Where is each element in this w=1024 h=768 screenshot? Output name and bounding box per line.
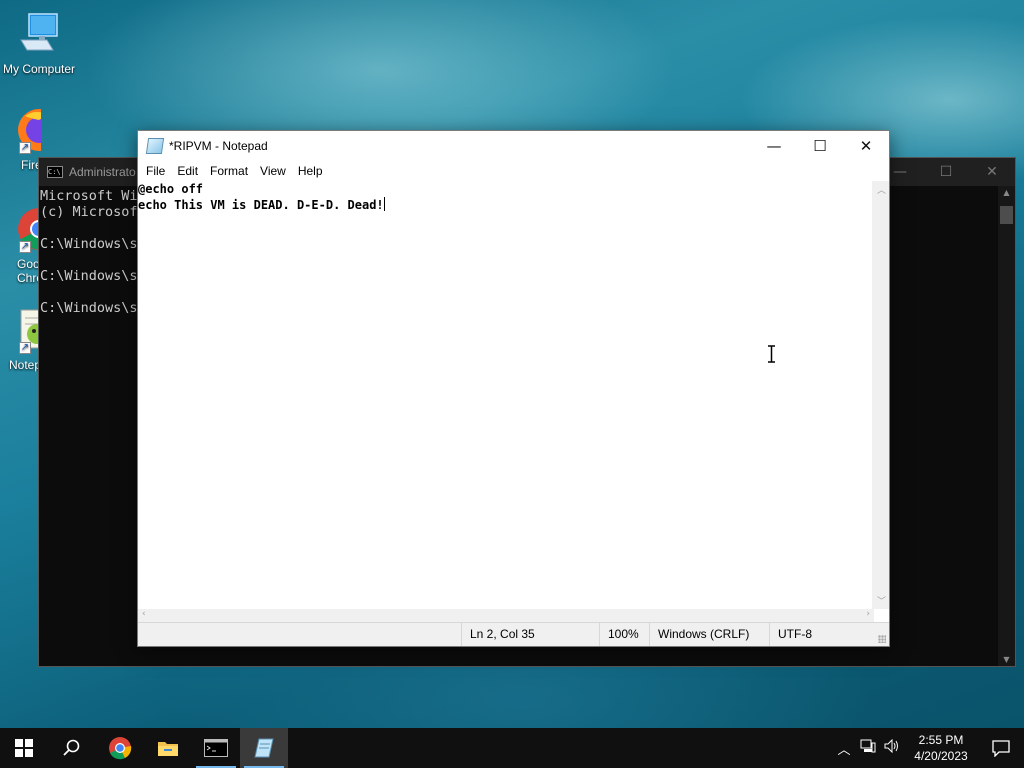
- text-line-current: echo This VM is DEAD. D-E-D. Dead!: [138, 197, 874, 213]
- status-position: Ln 2, Col 35: [461, 623, 599, 646]
- text-line: echo This VM is DEAD. D-E-D. Dead!: [138, 198, 384, 212]
- clock-date: 4/20/2023: [914, 749, 968, 763]
- desktop-icon-firefox[interactable]: ↗ Fire: [1, 106, 41, 172]
- status-zoom: 100%: [599, 623, 649, 646]
- desktop-icon-label: Fire: [21, 158, 41, 172]
- cmd-title: Administrato: [69, 165, 136, 179]
- shortcut-arrow-icon: ↗: [19, 342, 31, 354]
- taskbar: ︿ 2:55 PM 4/20/2023: [0, 728, 1024, 768]
- ibeam-cursor-icon: [768, 345, 775, 363]
- clock-time: 2:55 PM: [918, 733, 964, 747]
- search-button[interactable]: [48, 728, 96, 768]
- desktop-icon-label: Goo Chro: [17, 257, 41, 285]
- scroll-right-icon[interactable]: ›: [866, 609, 870, 619]
- taskbar-chrome[interactable]: [96, 728, 144, 768]
- scroll-left-icon[interactable]: ‹: [142, 609, 146, 619]
- menu-format[interactable]: Format: [204, 164, 254, 178]
- status-line-ending: Windows (CRLF): [649, 623, 769, 646]
- start-icon: [15, 739, 33, 757]
- desktop-icon-chrome[interactable]: ↗ Goo Chro: [1, 205, 41, 285]
- menu-bar: File Edit Format View Help: [138, 161, 889, 181]
- system-tray: ︿ 2:55 PM 4/20/2023: [832, 728, 1024, 768]
- cmd-icon: [204, 739, 228, 757]
- scroll-down-icon[interactable]: ▼: [998, 655, 1015, 664]
- scrollbar-thumb[interactable]: [1000, 206, 1013, 224]
- search-icon: [63, 739, 80, 756]
- minimize-icon[interactable]: —: [751, 131, 797, 161]
- cmd-scrollbar[interactable]: ▲ ▼: [998, 186, 1015, 666]
- status-encoding: UTF-8: [769, 623, 889, 646]
- desktop-icon-label: Notep: [9, 358, 41, 372]
- notification-icon: [992, 740, 1010, 757]
- text-editor[interactable]: @echo off echo This VM is DEAD. D-E-D. De…: [138, 181, 874, 622]
- text-line: @echo off: [138, 182, 204, 196]
- chevron-up-icon[interactable]: ︿: [832, 739, 856, 758]
- computer-icon: [15, 10, 63, 58]
- scroll-up-icon[interactable]: ︿: [877, 183, 886, 196]
- shortcut-arrow-icon: ↗: [19, 142, 31, 154]
- scroll-down-icon[interactable]: ﹀: [877, 594, 886, 607]
- menu-edit[interactable]: Edit: [171, 164, 204, 178]
- desktop-icon-label: My Computer: [2, 62, 76, 76]
- clock[interactable]: 2:55 PM 4/20/2023: [904, 732, 978, 764]
- menu-file[interactable]: File: [140, 164, 171, 178]
- start-button[interactable]: [0, 728, 48, 768]
- maximize-icon[interactable]: ☐: [797, 131, 843, 161]
- firefox-icon: ↗: [15, 106, 41, 154]
- close-icon[interactable]: ✕: [969, 158, 1015, 186]
- resize-grip-icon[interactable]: [878, 635, 886, 643]
- notepad-icon: [254, 738, 274, 758]
- scroll-up-icon[interactable]: ▲: [998, 188, 1015, 197]
- vertical-scrollbar[interactable]: ︿ ﹀: [872, 181, 889, 609]
- taskbar-notepad[interactable]: [240, 728, 288, 768]
- notepad-icon: [145, 138, 165, 154]
- text-caret: [383, 197, 385, 211]
- network-icon[interactable]: [856, 739, 880, 757]
- volume-icon[interactable]: [880, 738, 904, 757]
- maximize-icon[interactable]: ☐: [923, 158, 969, 186]
- menu-help[interactable]: Help: [292, 164, 329, 178]
- notification-button[interactable]: [978, 739, 1024, 757]
- menu-view[interactable]: View: [254, 164, 292, 178]
- notepad-title: *RIPVM - Notepad: [169, 139, 268, 153]
- desktop-icon-notepadpp[interactable]: ↗ Notep: [1, 306, 41, 372]
- notepad-window[interactable]: *RIPVM - Notepad — ☐ ✕ File Edit Format …: [137, 130, 890, 647]
- chrome-icon: [109, 737, 132, 760]
- desktop-icon-my-computer[interactable]: My Computer: [1, 10, 77, 76]
- taskbar-file-explorer[interactable]: [144, 728, 192, 768]
- shortcut-arrow-icon: ↗: [19, 241, 31, 253]
- close-icon[interactable]: ✕: [843, 131, 889, 161]
- status-bar: Ln 2, Col 35 100% Windows (CRLF) UTF-8: [138, 622, 889, 646]
- horizontal-scrollbar[interactable]: ‹ ›: [138, 609, 874, 623]
- cmd-icon: C:\: [47, 166, 63, 178]
- file-explorer-icon: [158, 742, 178, 756]
- taskbar-cmd[interactable]: [192, 728, 240, 768]
